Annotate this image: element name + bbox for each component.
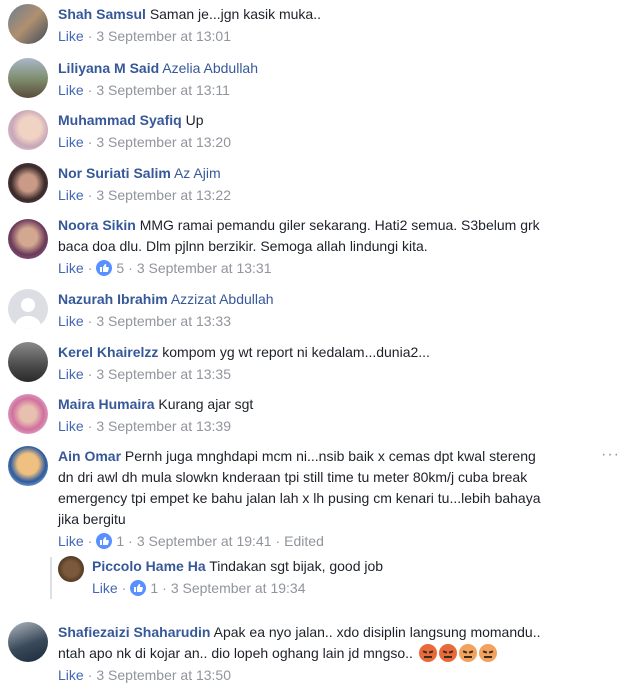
timestamp[interactable]: 3 September at 13:33 <box>96 313 231 329</box>
like-link[interactable]: Like <box>58 418 84 434</box>
like-link[interactable]: Like <box>58 134 84 150</box>
comment-text: Apak ea nyo jalan.. xdo disiplin langsun… <box>213 624 541 640</box>
timestamp[interactable]: 3 September at 13:22 <box>96 187 231 203</box>
steam-face-icon <box>478 644 497 662</box>
avatar[interactable] <box>8 622 48 662</box>
commenter-name[interactable]: Nor Suriati Salim <box>58 165 171 181</box>
more-options-icon[interactable]: ··· <box>601 446 620 464</box>
edited-label[interactable]: Edited <box>284 533 324 549</box>
like-link[interactable]: Like <box>58 667 84 683</box>
reaction-count[interactable]: 5 <box>116 260 124 276</box>
avatar[interactable] <box>8 58 48 98</box>
commenter-name[interactable]: Muhammad Syafiq <box>58 112 182 128</box>
comment-text: Kurang ajar sgt <box>158 396 254 412</box>
like-link[interactable]: Like <box>58 366 84 382</box>
comment-text: baca doa dlu. Dlm pjlnn berzikir. Semoga… <box>58 238 428 254</box>
timestamp[interactable]: 3 September at 13:39 <box>96 418 231 434</box>
tagged-user[interactable]: Azzizat Abdullah <box>171 291 274 307</box>
like-reaction-icon[interactable] <box>96 260 113 276</box>
avatar[interactable] <box>8 4 48 44</box>
tagged-user[interactable]: Az Ajim <box>174 165 221 181</box>
like-reaction-icon[interactable] <box>96 533 113 549</box>
timestamp[interactable]: 3 September at 13:11 <box>96 82 230 98</box>
avatar[interactable] <box>8 219 48 259</box>
comment-text: kompom yg wt report ni kedalam...dunia2.… <box>162 344 430 360</box>
like-link[interactable]: Like <box>92 580 118 596</box>
commenter-name[interactable]: Noora Sikin <box>58 217 136 233</box>
like-reaction-icon[interactable] <box>130 580 147 596</box>
tagged-user[interactable]: Azelia Abdullah <box>162 60 258 76</box>
commenter-name[interactable]: Kerel Khairelzz <box>58 344 158 360</box>
avatar[interactable] <box>8 342 48 382</box>
comment-text: Tindakan sgt bijak, good job <box>209 558 384 574</box>
like-link[interactable]: Like <box>58 28 84 44</box>
timestamp[interactable]: 3 September at 13:50 <box>96 667 231 683</box>
reaction-count[interactable]: 1 <box>116 533 124 549</box>
commenter-name[interactable]: Nazurah Ibrahim <box>58 291 168 307</box>
comment-text: Pernh juga mnghdapi mcm ni...nsib baik x… <box>124 448 536 464</box>
avatar[interactable] <box>8 163 48 203</box>
avatar[interactable] <box>58 556 84 582</box>
like-link[interactable]: Like <box>58 82 84 98</box>
angry-face-icon <box>438 644 457 662</box>
timestamp[interactable]: 3 September at 19:41 <box>137 533 272 549</box>
timestamp[interactable]: 3 September at 13:20 <box>96 134 231 150</box>
avatar[interactable] <box>8 289 48 329</box>
like-link[interactable]: Like <box>58 313 84 329</box>
avatar[interactable] <box>8 394 48 434</box>
like-link[interactable]: Like <box>58 533 84 549</box>
commenter-name[interactable]: Piccolo Hame Ha <box>92 558 206 574</box>
steam-face-icon <box>458 644 477 662</box>
comment-text: emergency tpi empet ke bahu jalan lah x … <box>58 490 541 506</box>
angry-face-icon <box>418 644 437 662</box>
timestamp[interactable]: 3 September at 13:31 <box>137 260 272 276</box>
default-avatar-icon <box>14 298 42 329</box>
avatar[interactable] <box>8 110 48 150</box>
avatar[interactable] <box>8 446 48 486</box>
reply-thread-line <box>50 557 52 599</box>
reaction-count[interactable]: 1 <box>150 580 158 596</box>
commenter-name[interactable]: Shafiezaizi Shaharudin <box>58 624 210 640</box>
comment-text: ntah apo nk di kojar an.. dio lopeh ogha… <box>58 645 413 661</box>
comment-text: Up <box>185 112 204 128</box>
timestamp[interactable]: 3 September at 19:34 <box>171 580 306 596</box>
timestamp[interactable]: 3 September at 13:35 <box>96 366 231 382</box>
timestamp[interactable]: 3 September at 13:01 <box>96 28 231 44</box>
comment-text: MMG ramai pemandu giler sekarang. Hati2 … <box>139 217 540 233</box>
comment-text: Saman je...jgn kasik muka.. <box>149 6 321 22</box>
commenter-name[interactable]: Shah Samsul <box>58 6 146 22</box>
comment-text: dn dri awl dh mula slowkn knderaan tpi s… <box>58 469 528 485</box>
commenter-name[interactable]: Ain Omar <box>58 448 121 464</box>
like-link[interactable]: Like <box>58 260 84 276</box>
comment-text: jika bergitu <box>58 511 126 527</box>
commenter-name[interactable]: Maira Humaira <box>58 396 154 412</box>
commenter-name[interactable]: Liliyana M Said <box>58 60 159 76</box>
like-link[interactable]: Like <box>58 187 84 203</box>
